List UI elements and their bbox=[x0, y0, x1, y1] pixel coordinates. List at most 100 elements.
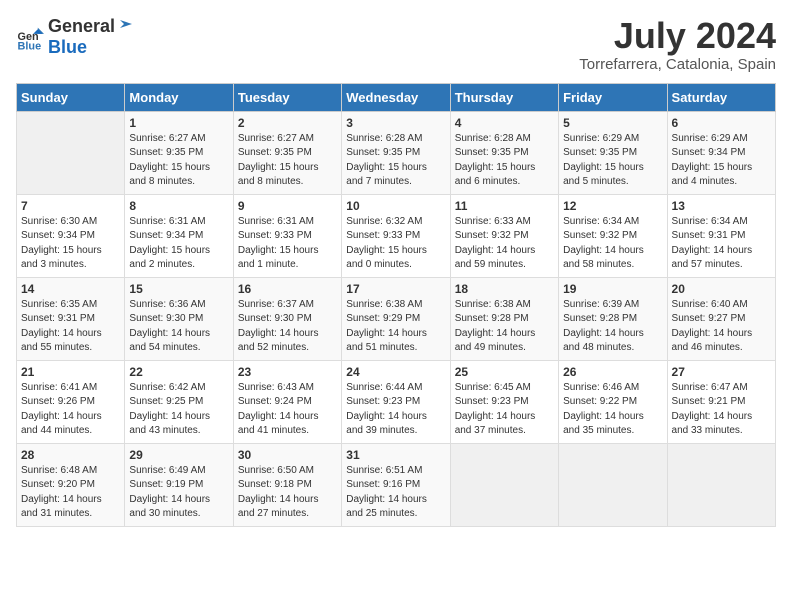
weekday-header-row: SundayMondayTuesdayWednesdayThursdayFrid… bbox=[17, 83, 776, 111]
calendar-cell: 3 Sunrise: 6:28 AM Sunset: 9:35 PM Daylig… bbox=[342, 111, 450, 194]
day-number: 29 bbox=[129, 448, 228, 462]
day-number: 10 bbox=[346, 199, 445, 213]
calendar-cell: 15Sunrise: 6:36 AM Sunset: 9:30 PM Dayli… bbox=[125, 277, 233, 360]
weekday-header-thursday: Thursday bbox=[450, 83, 558, 111]
day-info: Sunrise: 6:27 AM Sunset: 9:35 PM Dayligh… bbox=[238, 132, 337, 190]
day-number: 17 bbox=[346, 282, 445, 296]
day-number: 8 bbox=[129, 199, 228, 213]
calendar-cell: 14Sunrise: 6:35 AM Sunset: 9:31 PM Dayli… bbox=[17, 277, 125, 360]
title-block: July 2024 Torrefarrera, Catalonia, Spain bbox=[579, 16, 776, 73]
calendar-cell: 27Sunrise: 6:47 AM Sunset: 9:21 PM Dayli… bbox=[667, 360, 775, 443]
calendar-cell: 31Sunrise: 6:51 AM Sunset: 9:16 PM Dayli… bbox=[342, 443, 450, 526]
logo-arrow-icon bbox=[116, 16, 132, 32]
day-info: Sunrise: 6:44 AM Sunset: 9:23 PM Dayligh… bbox=[346, 381, 445, 439]
day-number: 21 bbox=[21, 365, 120, 379]
calendar-cell: 28 Sunrise: 6:48 AM Sunset: 9:20 PM Dayli… bbox=[17, 443, 125, 526]
calendar-cell bbox=[667, 443, 775, 526]
calendar-cell: 8Sunrise: 6:31 AM Sunset: 9:34 PM Daylig… bbox=[125, 194, 233, 277]
week-row-3: 14Sunrise: 6:35 AM Sunset: 9:31 PM Dayli… bbox=[17, 277, 776, 360]
day-info: Sunrise: 6:29 AM Sunset: 9:34 PM Dayligh… bbox=[672, 132, 771, 190]
day-number: 5 bbox=[563, 116, 662, 130]
logo-general: General bbox=[48, 16, 115, 37]
calendar-cell: 20Sunrise: 6:40 AM Sunset: 9:27 PM Dayli… bbox=[667, 277, 775, 360]
logo: Gen Blue General Blue bbox=[16, 16, 132, 58]
month-year-title: July 2024 bbox=[579, 16, 776, 56]
week-row-4: 21 Sunrise: 6:41 AM Sunset: 9:26 PM Dayli… bbox=[17, 360, 776, 443]
day-info: Sunrise: 6:34 AM Sunset: 9:31 PM Dayligh… bbox=[672, 215, 771, 273]
calendar-table: SundayMondayTuesdayWednesdayThursdayFrid… bbox=[16, 83, 776, 527]
day-info: Sunrise: 6:37 AM Sunset: 9:30 PM Dayligh… bbox=[238, 298, 337, 356]
day-info: Sunrise: 6:28 AM Sunset: 9:35 PM Dayligh… bbox=[346, 132, 445, 190]
day-number: 13 bbox=[672, 199, 771, 213]
day-number: 11 bbox=[455, 199, 554, 213]
logo-blue: Blue bbox=[48, 37, 87, 57]
weekday-header-friday: Friday bbox=[559, 83, 667, 111]
day-info: Sunrise: 6:32 AM Sunset: 9:33 PM Dayligh… bbox=[346, 215, 445, 273]
weekday-header-sunday: Sunday bbox=[17, 83, 125, 111]
logo-icon: Gen Blue bbox=[16, 23, 44, 51]
day-number: 2 bbox=[238, 116, 337, 130]
day-number: 26 bbox=[563, 365, 662, 379]
calendar-cell bbox=[450, 443, 558, 526]
calendar-cell: 19Sunrise: 6:39 AM Sunset: 9:28 PM Dayli… bbox=[559, 277, 667, 360]
day-number: 7 bbox=[21, 199, 120, 213]
day-number: 1 bbox=[129, 116, 228, 130]
week-row-1: 1 Sunrise: 6:27 AM Sunset: 9:35 PM Daylig… bbox=[17, 111, 776, 194]
day-info: Sunrise: 6:47 AM Sunset: 9:21 PM Dayligh… bbox=[672, 381, 771, 439]
day-info: Sunrise: 6:35 AM Sunset: 9:31 PM Dayligh… bbox=[21, 298, 120, 356]
calendar-cell: 2 Sunrise: 6:27 AM Sunset: 9:35 PM Daylig… bbox=[233, 111, 341, 194]
calendar-cell: 26Sunrise: 6:46 AM Sunset: 9:22 PM Dayli… bbox=[559, 360, 667, 443]
day-number: 28 bbox=[21, 448, 120, 462]
calendar-cell: 11 Sunrise: 6:33 AM Sunset: 9:32 PM Dayli… bbox=[450, 194, 558, 277]
day-info: Sunrise: 6:42 AM Sunset: 9:25 PM Dayligh… bbox=[129, 381, 228, 439]
weekday-header-tuesday: Tuesday bbox=[233, 83, 341, 111]
day-info: Sunrise: 6:38 AM Sunset: 9:28 PM Dayligh… bbox=[455, 298, 554, 356]
day-info: Sunrise: 6:40 AM Sunset: 9:27 PM Dayligh… bbox=[672, 298, 771, 356]
day-info: Sunrise: 6:31 AM Sunset: 9:33 PM Dayligh… bbox=[238, 215, 337, 273]
day-info: Sunrise: 6:51 AM Sunset: 9:16 PM Dayligh… bbox=[346, 464, 445, 522]
day-number: 24 bbox=[346, 365, 445, 379]
day-number: 3 bbox=[346, 116, 445, 130]
day-info: Sunrise: 6:50 AM Sunset: 9:18 PM Dayligh… bbox=[238, 464, 337, 522]
day-info: Sunrise: 6:33 AM Sunset: 9:32 PM Dayligh… bbox=[455, 215, 554, 273]
day-info: Sunrise: 6:41 AM Sunset: 9:26 PM Dayligh… bbox=[21, 381, 120, 439]
calendar-cell bbox=[17, 111, 125, 194]
calendar-cell: 21 Sunrise: 6:41 AM Sunset: 9:26 PM Dayli… bbox=[17, 360, 125, 443]
calendar-cell: 24 Sunrise: 6:44 AM Sunset: 9:23 PM Dayli… bbox=[342, 360, 450, 443]
calendar-cell: 22 Sunrise: 6:42 AM Sunset: 9:25 PM Dayli… bbox=[125, 360, 233, 443]
calendar-cell: 12Sunrise: 6:34 AM Sunset: 9:32 PM Dayli… bbox=[559, 194, 667, 277]
day-info: Sunrise: 6:30 AM Sunset: 9:34 PM Dayligh… bbox=[21, 215, 120, 273]
weekday-header-monday: Monday bbox=[125, 83, 233, 111]
calendar-cell: 17 Sunrise: 6:38 AM Sunset: 9:29 PM Dayli… bbox=[342, 277, 450, 360]
day-info: Sunrise: 6:39 AM Sunset: 9:28 PM Dayligh… bbox=[563, 298, 662, 356]
calendar-cell: 1Sunrise: 6:27 AM Sunset: 9:35 PM Daylig… bbox=[125, 111, 233, 194]
day-number: 9 bbox=[238, 199, 337, 213]
day-number: 22 bbox=[129, 365, 228, 379]
day-info: Sunrise: 6:28 AM Sunset: 9:35 PM Dayligh… bbox=[455, 132, 554, 190]
week-row-2: 7 Sunrise: 6:30 AM Sunset: 9:34 PM Daylig… bbox=[17, 194, 776, 277]
day-info: Sunrise: 6:36 AM Sunset: 9:30 PM Dayligh… bbox=[129, 298, 228, 356]
calendar-cell: 4Sunrise: 6:28 AM Sunset: 9:35 PM Daylig… bbox=[450, 111, 558, 194]
day-info: Sunrise: 6:45 AM Sunset: 9:23 PM Dayligh… bbox=[455, 381, 554, 439]
day-number: 12 bbox=[563, 199, 662, 213]
day-info: Sunrise: 6:38 AM Sunset: 9:29 PM Dayligh… bbox=[346, 298, 445, 356]
day-number: 30 bbox=[238, 448, 337, 462]
calendar-cell: 30 Sunrise: 6:50 AM Sunset: 9:18 PM Dayli… bbox=[233, 443, 341, 526]
calendar-cell: 25 Sunrise: 6:45 AM Sunset: 9:23 PM Dayli… bbox=[450, 360, 558, 443]
calendar-cell: 18 Sunrise: 6:38 AM Sunset: 9:28 PM Dayli… bbox=[450, 277, 558, 360]
calendar-cell: 5 Sunrise: 6:29 AM Sunset: 9:35 PM Daylig… bbox=[559, 111, 667, 194]
day-number: 16 bbox=[238, 282, 337, 296]
week-row-5: 28 Sunrise: 6:48 AM Sunset: 9:20 PM Dayli… bbox=[17, 443, 776, 526]
calendar-cell: 16 Sunrise: 6:37 AM Sunset: 9:30 PM Dayli… bbox=[233, 277, 341, 360]
day-number: 18 bbox=[455, 282, 554, 296]
logo-text: General Blue bbox=[48, 16, 132, 58]
day-number: 23 bbox=[238, 365, 337, 379]
day-info: Sunrise: 6:48 AM Sunset: 9:20 PM Dayligh… bbox=[21, 464, 120, 522]
day-info: Sunrise: 6:29 AM Sunset: 9:35 PM Dayligh… bbox=[563, 132, 662, 190]
day-number: 25 bbox=[455, 365, 554, 379]
location-subtitle: Torrefarrera, Catalonia, Spain bbox=[579, 56, 776, 73]
day-info: Sunrise: 6:49 AM Sunset: 9:19 PM Dayligh… bbox=[129, 464, 228, 522]
weekday-header-wednesday: Wednesday bbox=[342, 83, 450, 111]
day-info: Sunrise: 6:43 AM Sunset: 9:24 PM Dayligh… bbox=[238, 381, 337, 439]
calendar-cell: 7 Sunrise: 6:30 AM Sunset: 9:34 PM Daylig… bbox=[17, 194, 125, 277]
